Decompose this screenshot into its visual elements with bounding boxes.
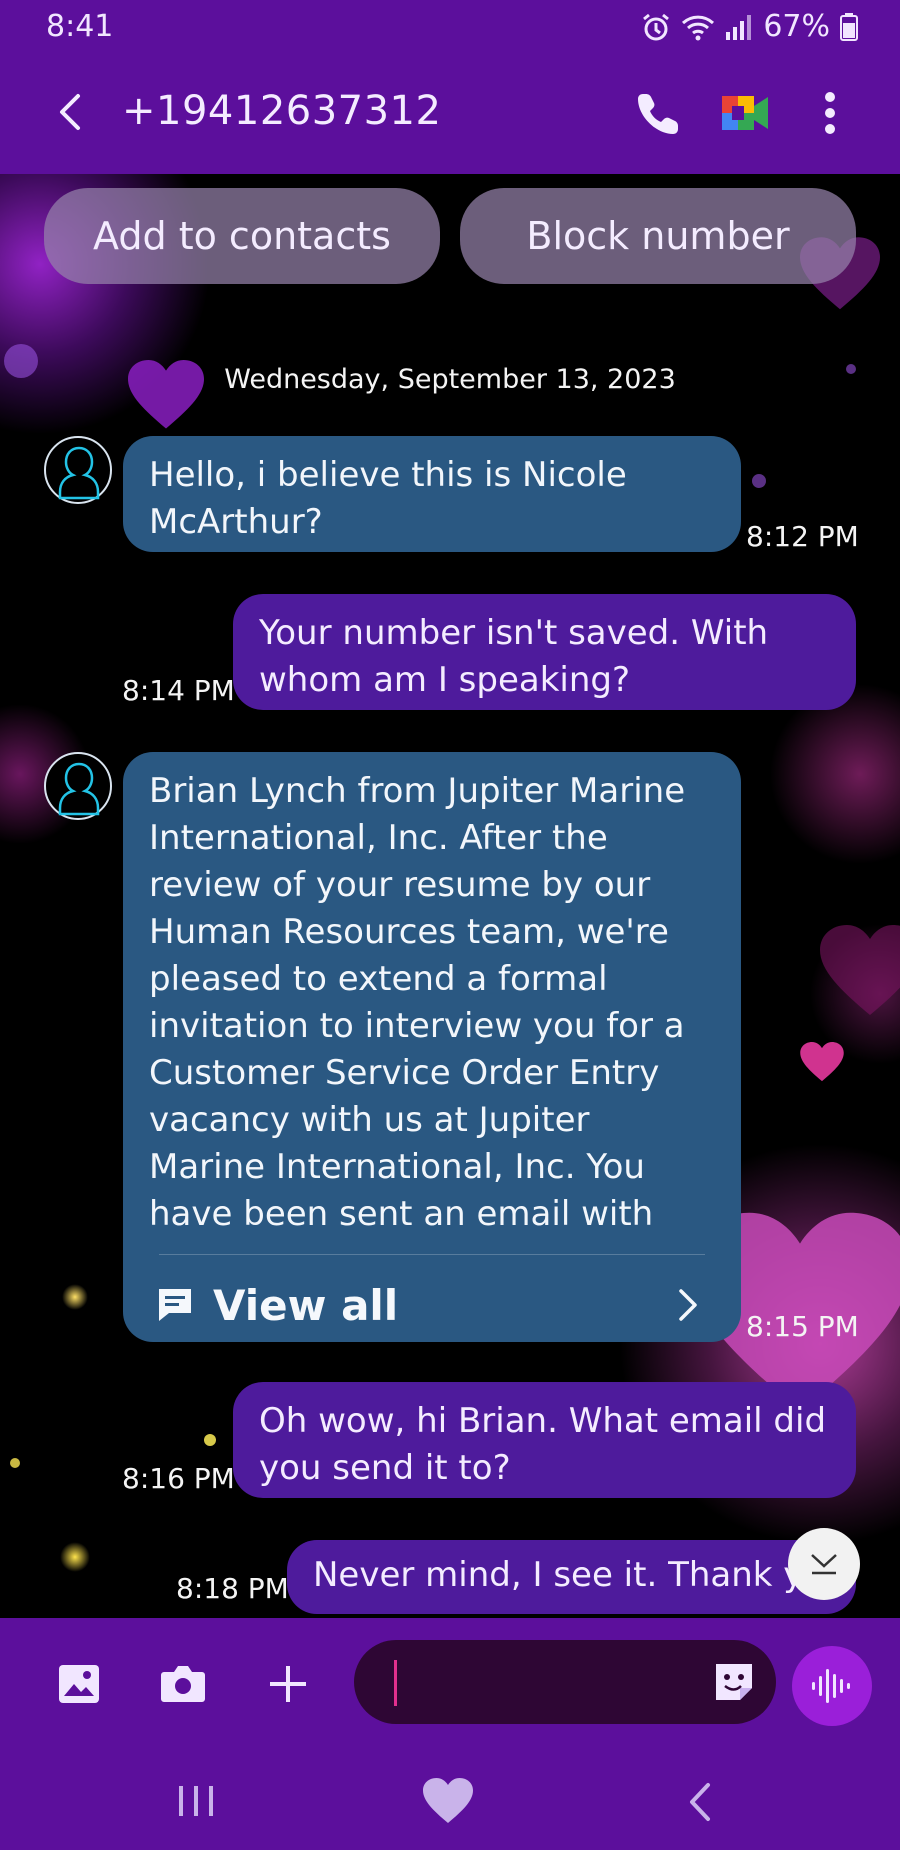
wallpaper-sparkle xyxy=(60,1542,90,1572)
wallpaper-bokeh xyxy=(752,474,766,488)
person-outline-icon xyxy=(58,446,100,500)
message-text: Never mind, I see it. Thank y xyxy=(313,1555,804,1595)
system-nav-bar xyxy=(0,1750,900,1850)
nav-back-icon xyxy=(690,1783,710,1821)
message-text: Your number isn't saved. With whom am I … xyxy=(259,613,769,700)
outgoing-message[interactable]: Your number isn't saved. With whom am I … xyxy=(233,594,856,710)
video-call-icon xyxy=(722,96,768,130)
signal-icon xyxy=(725,14,753,40)
message-time: 8:15 PM xyxy=(746,1310,859,1343)
message-lines-icon xyxy=(159,1289,191,1321)
incoming-message[interactable]: Brian Lynch from Jupiter Marine Internat… xyxy=(123,752,741,1342)
sticker-icon[interactable] xyxy=(712,1660,756,1704)
message-text: Oh wow, hi Brian. What email did you sen… xyxy=(259,1401,827,1488)
conversation-area[interactable]: Add to contacts Block number Wednesday, … xyxy=(0,174,900,1618)
app-bar: +19412637312 xyxy=(0,52,900,174)
block-number-button[interactable]: Block number xyxy=(460,188,856,284)
battery-icon xyxy=(840,12,858,41)
message-time: 8:12 PM xyxy=(746,520,859,553)
outgoing-message[interactable]: Never mind, I see it. Thank y xyxy=(287,1540,856,1614)
message-time: 8:14 PM xyxy=(122,674,235,707)
wallpaper-sparkle xyxy=(62,1284,88,1310)
more-vert-icon xyxy=(825,92,835,134)
voice-record-button[interactable] xyxy=(792,1646,872,1726)
avatar[interactable] xyxy=(44,752,112,820)
recents-button[interactable] xyxy=(176,1784,216,1822)
composer-bar xyxy=(0,1618,900,1750)
status-time: 8:41 xyxy=(46,9,114,44)
system-back-button[interactable] xyxy=(686,1782,712,1826)
voice-record-icon xyxy=(812,1669,850,1703)
add-to-contacts-button[interactable]: Add to contacts xyxy=(44,188,440,284)
message-text: Brian Lynch from Jupiter Marine Internat… xyxy=(149,771,686,1234)
wallpaper-heart-icon xyxy=(820,925,900,1015)
incoming-message[interactable]: Hello, i believe this is Nicole McArthur… xyxy=(123,436,741,552)
person-outline-icon xyxy=(58,762,100,816)
gallery-button[interactable] xyxy=(58,1664,100,1708)
outgoing-message[interactable]: Oh wow, hi Brian. What email did you sen… xyxy=(233,1382,856,1498)
call-button[interactable] xyxy=(636,90,682,136)
status-icons: 67% xyxy=(641,9,858,44)
status-bar: 8:41 67% xyxy=(0,0,900,52)
gallery-icon xyxy=(59,1665,99,1703)
view-all-label: View all xyxy=(213,1280,399,1330)
phone-icon xyxy=(638,94,678,134)
wifi-icon xyxy=(681,13,715,41)
recents-icon xyxy=(179,1786,213,1816)
wallpaper-sparkle xyxy=(10,1458,20,1468)
message-text: Hello, i believe this is Nicole McArthur… xyxy=(149,455,627,542)
camera-icon xyxy=(161,1666,205,1702)
video-call-button[interactable] xyxy=(720,92,770,134)
more-options-button[interactable] xyxy=(812,90,848,136)
home-button[interactable] xyxy=(422,1778,474,1828)
wallpaper-heart-icon xyxy=(800,1042,844,1082)
add-attachment-button[interactable] xyxy=(268,1664,308,1708)
home-heart-icon xyxy=(423,1778,473,1823)
plus-icon xyxy=(270,1666,306,1702)
battery-percent: 67% xyxy=(763,9,830,44)
message-time: 8:16 PM xyxy=(122,1462,235,1495)
back-arrow-icon xyxy=(60,94,80,130)
view-all-button[interactable]: View all xyxy=(149,1255,715,1355)
date-separator: Wednesday, September 13, 2023 xyxy=(224,364,676,395)
text-cursor xyxy=(394,1660,397,1706)
camera-button[interactable] xyxy=(160,1664,206,1708)
page-title: +19412637312 xyxy=(122,88,442,134)
avatar[interactable] xyxy=(44,436,112,504)
scroll-to-bottom-button[interactable] xyxy=(788,1528,860,1600)
message-time: 8:18 PM xyxy=(176,1572,289,1605)
wallpaper-sparkle xyxy=(204,1434,216,1446)
back-button[interactable] xyxy=(50,92,90,132)
alarm-icon xyxy=(641,12,671,42)
chevron-down-icon xyxy=(811,1554,837,1575)
message-input[interactable] xyxy=(354,1640,776,1724)
chevron-right-icon xyxy=(679,1289,697,1321)
